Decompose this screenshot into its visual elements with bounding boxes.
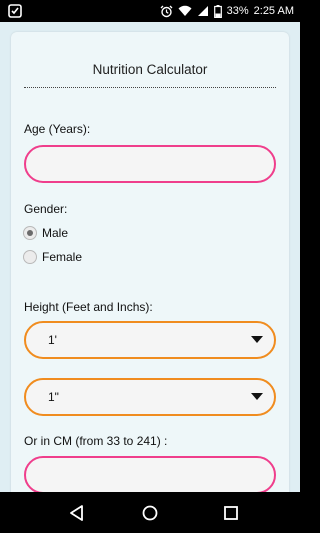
back-icon[interactable] xyxy=(68,504,86,522)
battery-percent: 33% xyxy=(226,5,249,17)
status-bar: 33% 2:25 AM xyxy=(0,0,300,22)
wifi-icon xyxy=(178,5,192,16)
female-radio[interactable] xyxy=(23,250,37,264)
cm-label: Or in CM (from 33 to 241) : xyxy=(24,434,168,448)
title-divider xyxy=(24,87,276,88)
cellular-signal-icon xyxy=(197,6,208,16)
app-screen: Nutrition Calculator Age (Years): Gender… xyxy=(0,22,300,492)
feet-select[interactable]: 1' xyxy=(24,321,276,359)
recents-icon[interactable] xyxy=(222,504,240,522)
calculator-card: Nutrition Calculator Age (Years): Gender… xyxy=(11,32,289,492)
gender-option-male[interactable]: Male xyxy=(23,226,68,240)
chevron-down-icon xyxy=(251,393,263,400)
status-icons: 33% 2:25 AM xyxy=(160,0,294,22)
app-notification-icon xyxy=(8,4,22,18)
inches-select[interactable]: 1" xyxy=(24,378,276,416)
female-label: Female xyxy=(42,250,83,264)
chevron-down-icon xyxy=(251,336,263,343)
male-label: Male xyxy=(42,226,69,240)
age-input[interactable] xyxy=(24,145,276,183)
age-label: Age (Years): xyxy=(24,122,91,136)
male-radio[interactable] xyxy=(23,226,37,240)
clock: 2:25 AM xyxy=(253,5,294,17)
alarm-icon xyxy=(160,5,173,17)
battery-icon xyxy=(213,4,222,18)
cm-input[interactable] xyxy=(24,456,276,492)
inches-value: 1" xyxy=(48,390,59,404)
gender-label: Gender: xyxy=(24,202,68,216)
height-label: Height (Feet and Inchs): xyxy=(24,300,153,314)
home-icon[interactable] xyxy=(141,504,159,522)
gender-option-female[interactable]: Female xyxy=(23,250,82,264)
feet-value: 1' xyxy=(48,333,57,347)
navigation-bar xyxy=(0,492,300,533)
page-title: Nutrition Calculator xyxy=(92,62,208,77)
